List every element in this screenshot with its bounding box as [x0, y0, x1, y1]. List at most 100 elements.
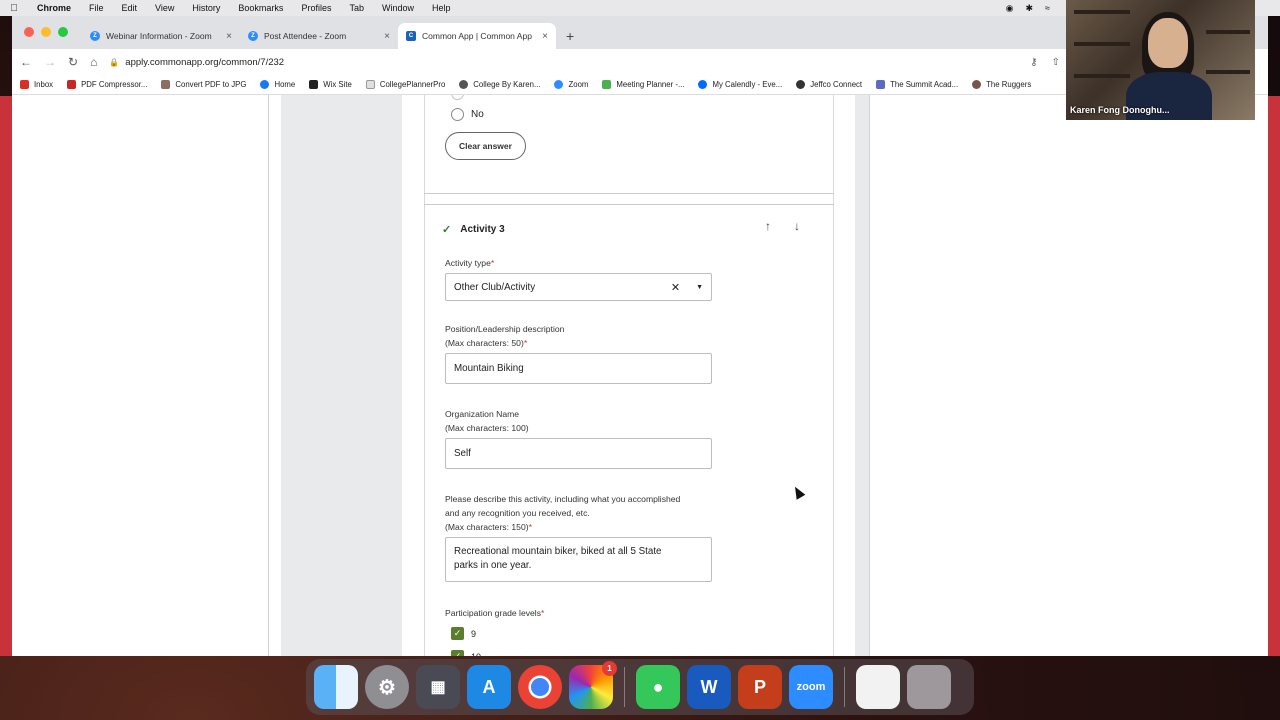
- powerpoint-icon[interactable]: P: [738, 665, 782, 709]
- select-value: Other Club/Activity: [454, 281, 536, 293]
- new-tab-button[interactable]: +: [556, 28, 584, 49]
- reload-icon[interactable]: ↻: [68, 55, 78, 69]
- share-icon[interactable]: ⇧: [1052, 57, 1060, 68]
- menu-history[interactable]: History: [183, 3, 229, 13]
- zoom-window-button[interactable]: [58, 27, 68, 37]
- radio-button[interactable]: [451, 108, 464, 121]
- menu-view[interactable]: View: [146, 3, 183, 13]
- bookmark-college-by-karen[interactable]: College By Karen...: [459, 80, 540, 89]
- bookmark-meeting-planner[interactable]: Meeting Planner -...: [602, 80, 684, 89]
- tab-post-attendee[interactable]: Z Post Attendee - Zoom ×: [240, 23, 398, 49]
- bookmark-convert-pdf[interactable]: Convert PDF to JPG: [161, 80, 246, 89]
- dropdown-caret-icon[interactable]: ▼: [696, 284, 703, 291]
- menu-profiles[interactable]: Profiles: [292, 3, 340, 13]
- position-input[interactable]: Mountain Biking: [445, 353, 712, 384]
- bookmark-my-calendly[interactable]: My Calendly - Eve...: [698, 80, 782, 89]
- chrome-icon[interactable]: [518, 665, 562, 709]
- required-mark: *: [541, 608, 545, 618]
- grammarly-icon[interactable]: ◉: [1006, 3, 1014, 14]
- left-gray-panel: [281, 95, 402, 656]
- key-icon[interactable]: ⚷: [1030, 57, 1037, 68]
- organization-input[interactable]: Self: [445, 438, 712, 469]
- grade-levels-label: Participation grade levels*: [445, 606, 544, 620]
- lock-icon: 🔒: [109, 57, 120, 67]
- menu-edit[interactable]: Edit: [113, 3, 147, 13]
- wifi-icon[interactable]: ≈: [1045, 3, 1050, 14]
- close-window-button[interactable]: [24, 27, 34, 37]
- zoom-app-icon[interactable]: zoom: [789, 665, 833, 709]
- menu-tab[interactable]: Tab: [340, 3, 373, 13]
- apple-icon[interactable]: : [0, 3, 28, 14]
- launchpad-icon[interactable]: ▦: [416, 665, 460, 709]
- clear-answer-button[interactable]: Clear answer: [445, 132, 526, 160]
- move-down-icon[interactable]: ↓: [789, 219, 805, 233]
- page-icon: [365, 80, 375, 89]
- activity-type-select[interactable]: Other Club/Activity ✕ ▼: [445, 273, 712, 301]
- input-value: Mountain Biking: [454, 363, 524, 374]
- activity-header[interactable]: ✓ Activity 3: [442, 223, 505, 236]
- zoom-icon: [554, 80, 564, 89]
- system-preferences-icon[interactable]: ⚙: [365, 665, 409, 709]
- menu-file[interactable]: File: [80, 3, 113, 13]
- radio-button[interactable]: [451, 95, 464, 100]
- photos-icon[interactable]: 1: [569, 661, 617, 709]
- bookmark-collegeplannerpro[interactable]: CollegePlannerPro: [365, 80, 445, 89]
- tab-label: Post Attendee - Zoom: [264, 31, 347, 41]
- back-icon[interactable]: ←: [20, 55, 32, 69]
- word-icon[interactable]: W: [687, 665, 731, 709]
- section-divider: [424, 204, 834, 205]
- rugby-icon: [972, 80, 982, 89]
- document-thumbnail-icon[interactable]: [856, 665, 900, 709]
- activity-title: Activity 3: [460, 224, 505, 235]
- menu-window[interactable]: Window: [373, 3, 423, 13]
- activity-type-label: Activity type*: [445, 256, 494, 270]
- close-tab-icon[interactable]: ×: [542, 31, 548, 42]
- finder-icon[interactable]: [314, 665, 358, 709]
- minimize-window-button[interactable]: [41, 27, 51, 37]
- forward-icon[interactable]: →: [44, 55, 56, 69]
- video-participant-tile[interactable]: Karen Fong Donoghu...: [1066, 0, 1255, 120]
- description-label: Please describe this activity, including…: [445, 492, 680, 534]
- bookmark-label: The Summit Acad...: [890, 80, 959, 89]
- label-text: Activity type: [445, 258, 491, 268]
- menu-app-name[interactable]: Chrome: [28, 3, 80, 13]
- bookmark-inbox[interactable]: Inbox: [20, 80, 53, 89]
- textarea-line: Recreational mountain biker, biked at al…: [454, 546, 662, 557]
- bookmark-wix-site[interactable]: Wix Site: [309, 80, 352, 89]
- bookmark-pdf-compressor[interactable]: PDF Compressor...: [67, 80, 147, 89]
- mac-dock: ⚙ ▦ A 1 ● W P zoom: [306, 659, 974, 715]
- tab-label: Common App | Common App: [422, 31, 532, 41]
- messages-icon[interactable]: ●: [636, 665, 680, 709]
- menu-help[interactable]: Help: [423, 3, 460, 13]
- grade-10-checkbox-row[interactable]: ✓ 10: [451, 650, 481, 656]
- move-up-icon[interactable]: ↑: [760, 219, 776, 233]
- wix-icon: [309, 80, 319, 89]
- globe-icon: [796, 80, 806, 89]
- label-text: Participation grade levels: [445, 608, 542, 618]
- close-tab-icon[interactable]: ×: [384, 31, 390, 42]
- bookmark-jeffco-connect[interactable]: Jeffco Connect: [796, 80, 862, 89]
- right-gray-strip: [855, 95, 869, 656]
- bookmark-the-ruggers[interactable]: The Ruggers: [972, 80, 1031, 89]
- grade-9-checkbox-row[interactable]: ✓ 9: [451, 627, 476, 640]
- tab-webinar-information[interactable]: Z Webinar Information - Zoom ×: [82, 23, 240, 49]
- bookmark-zoom[interactable]: Zoom: [554, 80, 588, 89]
- close-tab-icon[interactable]: ×: [226, 31, 232, 42]
- checkbox-checked-icon[interactable]: ✓: [451, 627, 464, 640]
- gmail-icon: [20, 80, 29, 89]
- checkbox-checked-icon[interactable]: ✓: [451, 650, 464, 656]
- bookmark-home[interactable]: Home: [260, 80, 295, 89]
- description-textarea[interactable]: Recreational mountain biker, biked at al…: [445, 537, 712, 582]
- clear-selection-icon[interactable]: ✕: [671, 281, 680, 294]
- radio-option-no[interactable]: No: [451, 108, 484, 121]
- bookmark-label: Home: [274, 80, 296, 89]
- bluetooth-icon[interactable]: ✱: [1026, 3, 1034, 14]
- home-icon[interactable]: ⌂: [90, 55, 97, 69]
- menu-bookmarks[interactable]: Bookmarks: [229, 3, 292, 13]
- trash-icon[interactable]: [907, 665, 951, 709]
- address-bar[interactable]: 🔒 apply.commonapp.org/common/7/232: [109, 57, 1018, 68]
- radio-option-yes-partial[interactable]: [451, 95, 471, 100]
- app-store-icon[interactable]: A: [467, 665, 511, 709]
- bookmark-summit-academy[interactable]: The Summit Acad...: [876, 80, 958, 89]
- tab-common-app[interactable]: C Common App | Common App ×: [398, 23, 556, 49]
